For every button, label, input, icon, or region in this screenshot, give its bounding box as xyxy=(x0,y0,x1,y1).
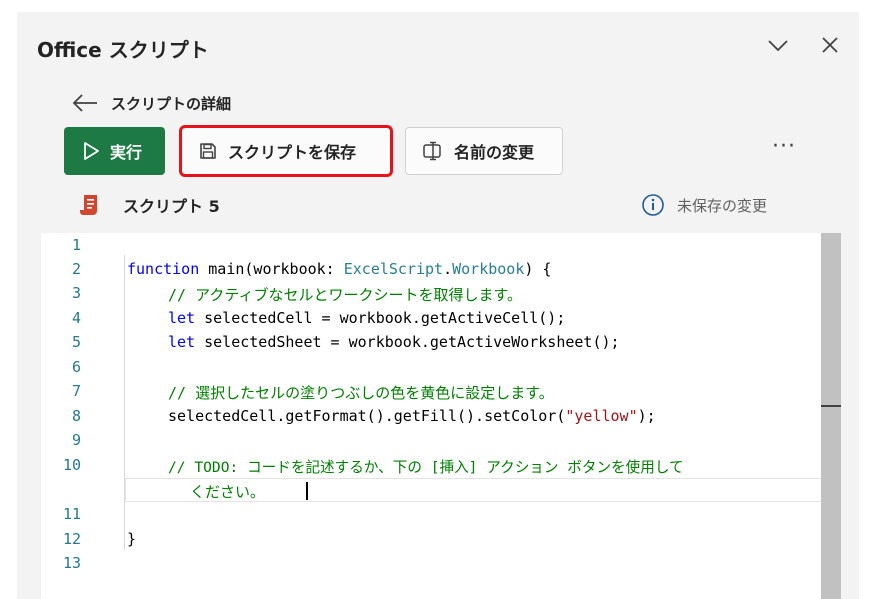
save-script-button[interactable]: スクリプトを保存 xyxy=(179,125,393,177)
code-token: "yellow" xyxy=(565,407,638,425)
script-panel: Office スクリプト スクリプトの詳細 実行 スクリプトを保存 名前の変更 … xyxy=(17,12,859,599)
code-line: let selectedSheet = workbook.getActiveWo… xyxy=(168,333,620,351)
panel-title: Office スクリプト xyxy=(37,38,209,62)
line-number: 2 xyxy=(71,260,81,278)
line-number: 1 xyxy=(71,236,81,254)
unsaved-status: 未保存の変更 xyxy=(641,192,767,218)
run-button-label: 実行 xyxy=(110,143,143,162)
rename-button-label: 名前の変更 xyxy=(454,143,535,162)
code-token: ) { xyxy=(524,260,552,278)
text-cursor xyxy=(306,482,308,500)
code-token: let xyxy=(168,309,196,327)
line-number: 12 xyxy=(62,530,81,548)
close-button[interactable] xyxy=(815,30,845,60)
code-editor[interactable]: 1 2 3 4 5 6 7 8 9 10 11 12 13 function m… xyxy=(41,233,841,599)
code-token: . xyxy=(443,260,453,278)
code-token: selectedSheet = workbook.getActiveWorksh… xyxy=(195,333,620,351)
code-line: } xyxy=(127,530,137,548)
code-token: main(workbook: xyxy=(199,260,344,278)
code-token: ExcelScript xyxy=(343,260,444,278)
line-number: 8 xyxy=(71,407,81,425)
code-comment: ください。 xyxy=(190,483,266,501)
code-token: selectedCell.getFormat().getFill().setCo… xyxy=(168,407,566,425)
line-number: 9 xyxy=(71,431,81,449)
indent-guide xyxy=(124,255,125,550)
run-button[interactable]: 実行 xyxy=(64,127,165,175)
code-line: let selectedCell = workbook.getActiveCel… xyxy=(168,309,565,327)
close-icon xyxy=(822,37,838,53)
more-options-button[interactable]: ··· xyxy=(767,136,801,166)
code-line: selectedCell.getFormat().getFill().setCo… xyxy=(168,407,656,425)
save-icon xyxy=(200,143,216,159)
script-file-icon xyxy=(80,195,97,215)
info-icon xyxy=(642,194,664,216)
line-number: 13 xyxy=(62,554,81,572)
code-comment: // TODO: コードを記述するか、下の [挿入] アクション ボタンを使用し… xyxy=(168,459,684,476)
script-name: スクリプト 5 xyxy=(123,197,220,216)
line-number: 4 xyxy=(71,309,81,327)
code-token: let xyxy=(168,333,196,351)
rename-button[interactable]: 名前の変更 xyxy=(405,127,563,175)
unsaved-changes-label: 未保存の変更 xyxy=(677,196,768,215)
code-token: function xyxy=(127,260,200,278)
collapse-button[interactable] xyxy=(763,30,793,60)
breadcrumb: スクリプトの詳細 xyxy=(71,89,231,117)
save-button-label: スクリプトを保存 xyxy=(228,143,357,162)
back-arrow-icon[interactable] xyxy=(71,93,99,113)
code-token: Workbook xyxy=(452,260,525,278)
vertical-scrollbar[interactable] xyxy=(821,233,841,599)
line-number: 10 xyxy=(62,456,81,474)
scroll-position-marker xyxy=(821,405,841,407)
script-details-label: スクリプトの詳細 xyxy=(111,94,232,113)
play-icon xyxy=(84,142,99,160)
script-title-row: スクリプト 5 xyxy=(79,192,220,218)
line-number: 6 xyxy=(71,358,81,376)
rename-icon xyxy=(423,141,441,161)
line-number: 11 xyxy=(62,505,81,523)
code-token: ); xyxy=(637,407,656,425)
chevron-down-icon xyxy=(768,40,788,52)
line-number: 7 xyxy=(71,382,81,400)
code-comment: // 選択したセルの塗りつぶしの色を黄色に設定します。 xyxy=(168,384,554,402)
line-number: 5 xyxy=(71,333,81,351)
code-token: selectedCell = workbook.getActiveCell(); xyxy=(195,309,566,327)
code-comment: // アクティブなセルとワークシートを取得します。 xyxy=(168,286,522,304)
line-number: 3 xyxy=(71,284,81,302)
code-line: function main(workbook: ExcelScript.Work… xyxy=(127,260,551,278)
